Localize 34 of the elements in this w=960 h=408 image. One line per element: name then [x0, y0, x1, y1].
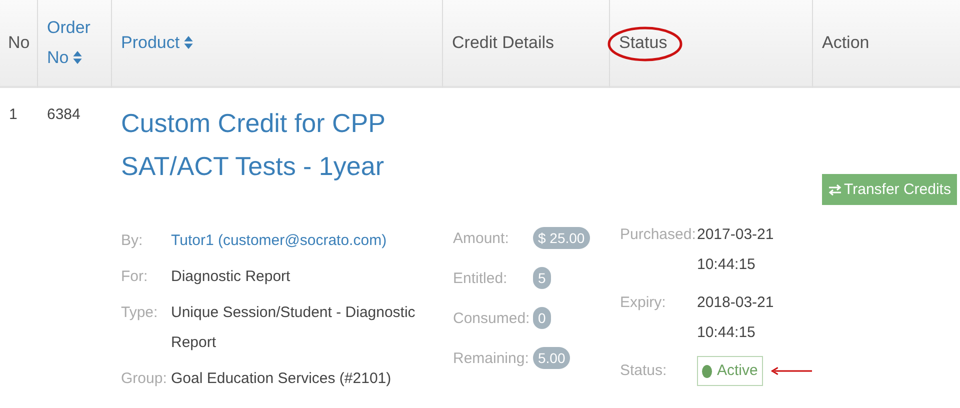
field-label: Type:	[121, 303, 159, 323]
field-label: Entitled:	[453, 270, 508, 286]
field-label: Group:	[121, 369, 168, 389]
column-header: Credit Details	[443, 0, 610, 88]
field-value: Goal Education Services (#2101)	[171, 369, 392, 389]
field-value: Unique Session/Student - Diagnostic Report	[171, 303, 416, 353]
sort-icon[interactable]	[184, 36, 194, 49]
field-label: Remaining:	[453, 350, 530, 366]
table-cell-text: 6384	[46, 105, 82, 125]
count-badge: $ 25.00	[533, 227, 590, 249]
transfer-icon	[828, 184, 842, 196]
table-cell-text: 1	[8, 105, 18, 125]
product-title[interactable]: Custom Credit for CPP SAT/ACT Tests - 1year	[121, 88, 411, 188]
field-label: Amount:	[453, 230, 510, 246]
count-badge: 5	[533, 267, 551, 289]
field-value: 2017-03-21 10:44:15	[697, 225, 775, 275]
transfer-credits-button[interactable]: Transfer Credits	[822, 174, 957, 205]
field-label: Purchased:	[620, 225, 697, 245]
field-label: By:	[121, 231, 144, 251]
status-label: Active	[717, 361, 758, 381]
sort-icon[interactable]	[73, 51, 82, 64]
field-value: Diagnostic Report	[171, 267, 292, 287]
field-value: 2018-03-21 10:44:15	[697, 293, 775, 343]
count-badge: 5.00	[533, 347, 570, 369]
customer-link[interactable]: Tutor1 (customer@socrato.com)	[171, 226, 431, 256]
column-header-link[interactable]: Product	[121, 28, 194, 58]
column-header: Status	[610, 0, 813, 88]
count-badge: 0	[533, 307, 551, 329]
field-label: Status:	[620, 361, 668, 381]
column-header: No	[0, 0, 38, 88]
column-header: Action	[813, 0, 960, 88]
field-label: For:	[121, 267, 149, 287]
field-label: Expiry:	[620, 293, 667, 313]
field-label: Consumed:	[453, 310, 531, 326]
